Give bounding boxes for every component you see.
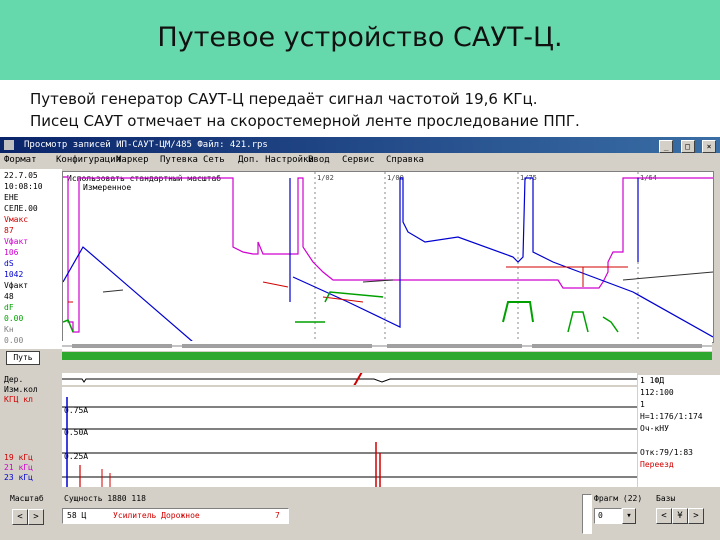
menu-service[interactable]: Сервис — [342, 153, 375, 167]
nav-next-button[interactable]: > — [688, 508, 704, 524]
param-value: 106 — [4, 248, 19, 257]
maximize-button[interactable]: □ — [680, 140, 695, 153]
param-value: 1042 — [4, 270, 24, 279]
param-value: 0.00 — [4, 314, 24, 323]
brake-line — [68, 266, 628, 303]
status-bar: Масштаб < > Сущность 1880 118 58 Ц Усили… — [0, 492, 720, 540]
frequency-chart: 0.75А 0.50А 0.25А — [62, 387, 637, 487]
coord-label: Сущность 1880 118 — [64, 494, 146, 503]
info-line: 1 — [640, 400, 645, 409]
info-line: 1 1ФД — [640, 376, 665, 385]
frame-spinner-button[interactable]: ▾ — [622, 508, 636, 524]
param-panel: 22.7.05 10:08:10 ЕНЕ СЕЛЕ.00 Vмакс 87 Vфакт 106… — [0, 169, 62, 349]
info-panel: 1 1ФД 112:100 1 Н=1:176/1:174 Оч-кНУ Отк:79/1… — [638, 375, 720, 487]
app-icon — [4, 140, 14, 150]
minimize-button[interactable]: _ — [659, 140, 674, 153]
info-line: Отк:79/1:83 — [640, 448, 693, 457]
param-value: dS — [4, 259, 14, 268]
desc-line-1: Путевой генератор САУТ-Ц передаёт сигнал… — [30, 90, 538, 108]
track-lane-bar — [62, 352, 712, 360]
event-code: 58 Ц — [67, 511, 87, 520]
speed-chart: Использовать стандартный масштаб Измерен… — [62, 171, 714, 343]
desc-line-2: Писец САУТ отмечает на скоростемерной ле… — [30, 112, 580, 130]
app-window: Просмотр записей ИП-САУТ-ЦМ/485 Файл: 42… — [0, 137, 720, 540]
scale-label: Масштаб — [10, 494, 44, 503]
signal-legend-item: Изм.кол — [4, 385, 38, 394]
param-value: Кн — [4, 325, 14, 334]
param-value: Vфакт — [4, 237, 29, 246]
path-button[interactable]: Путь — [6, 351, 40, 365]
menu-extra[interactable]: Доп. Настройки — [238, 153, 314, 167]
param-value: ЕНЕ — [4, 193, 19, 202]
info-line: Переезд — [640, 460, 674, 469]
menu-putevka[interactable]: Путевка — [160, 153, 198, 167]
info-line — [638, 435, 720, 447]
speed-actual-line — [63, 177, 713, 342]
menu-help[interactable]: Справка — [386, 153, 424, 167]
divider — [582, 494, 592, 534]
info-line: Н=1:176/1:174 — [640, 412, 703, 421]
nav-prev-button[interactable]: < — [656, 508, 672, 524]
event-field: 58 Ц Усилитель Дорожное 7 — [62, 508, 289, 524]
signal-legend-item: КГЦ кл — [4, 395, 33, 404]
info-line: Оч-кНУ — [640, 424, 669, 433]
param-value: СЕЛЕ.00 — [4, 204, 38, 213]
param-value: 10:08:10 — [4, 182, 43, 191]
window-titlebar: Просмотр записей ИП-САУТ-ЦМ/485 Файл: 42… — [0, 137, 720, 153]
close-button[interactable]: × — [702, 140, 716, 153]
window-title: Просмотр записей ИП-САУТ-ЦМ/485 Файл: 42… — [24, 140, 268, 150]
tick-label: 1/02 — [317, 174, 334, 182]
frame-label: Фрагм (22) — [594, 494, 643, 503]
param-value: 48 — [4, 292, 14, 301]
menu-input[interactable]: Ввод — [308, 153, 330, 167]
param-value: Vмакс — [4, 215, 29, 224]
param-value: 0.00 — [4, 336, 24, 345]
signal-strip — [62, 373, 637, 385]
scroll-right-button[interactable]: > — [28, 509, 44, 525]
frame-input[interactable]: 0 — [594, 508, 622, 524]
menu-config[interactable]: Конфигурация — [56, 153, 121, 167]
slide-header: Путевое устройство САУТ-Ц. — [0, 0, 720, 80]
signal-legend: Дер. Изм.кол КГЦ кл 19 кГц 21 кГц 23 кГц — [0, 375, 62, 487]
event-text: Усилитель Дорожное — [113, 511, 200, 520]
chart-header-2: Измеренное — [83, 183, 131, 192]
scroll-left-button[interactable]: < — [12, 509, 28, 525]
signal-legend-item: 19 кГц — [4, 453, 33, 462]
aux-line — [102, 271, 713, 293]
menu-marker[interactable]: Маркер — [116, 153, 149, 167]
signal-legend-item: Дер. — [4, 375, 24, 384]
slide-title: Путевое устройство САУТ-Ц. — [157, 22, 563, 53]
signal-legend-item: 21 кГц — [4, 463, 33, 472]
info-line: 112:100 — [640, 388, 674, 397]
signal-legend-item: 23 кГц — [4, 473, 33, 482]
menu-set[interactable]: Сеть — [203, 153, 225, 167]
slide-description: Путевой генератор САУТ-Ц передаёт сигнал… — [30, 88, 580, 132]
param-value: Vфакт — [4, 281, 29, 290]
event-mark: 7 — [275, 511, 280, 520]
param-value: 22.7.05 — [4, 171, 38, 180]
param-value: 87 — [4, 226, 14, 235]
menu-format[interactable]: Формат — [4, 153, 37, 167]
menu-bar: Формат Конфигурация Маркер Путевка Сеть … — [0, 153, 720, 167]
param-value: dF — [4, 303, 14, 312]
nav-mid-button[interactable]: ¥ — [672, 508, 688, 524]
position-ruler — [62, 341, 712, 351]
speed-limit-line — [63, 176, 713, 333]
mode-label: Базы — [656, 494, 676, 503]
